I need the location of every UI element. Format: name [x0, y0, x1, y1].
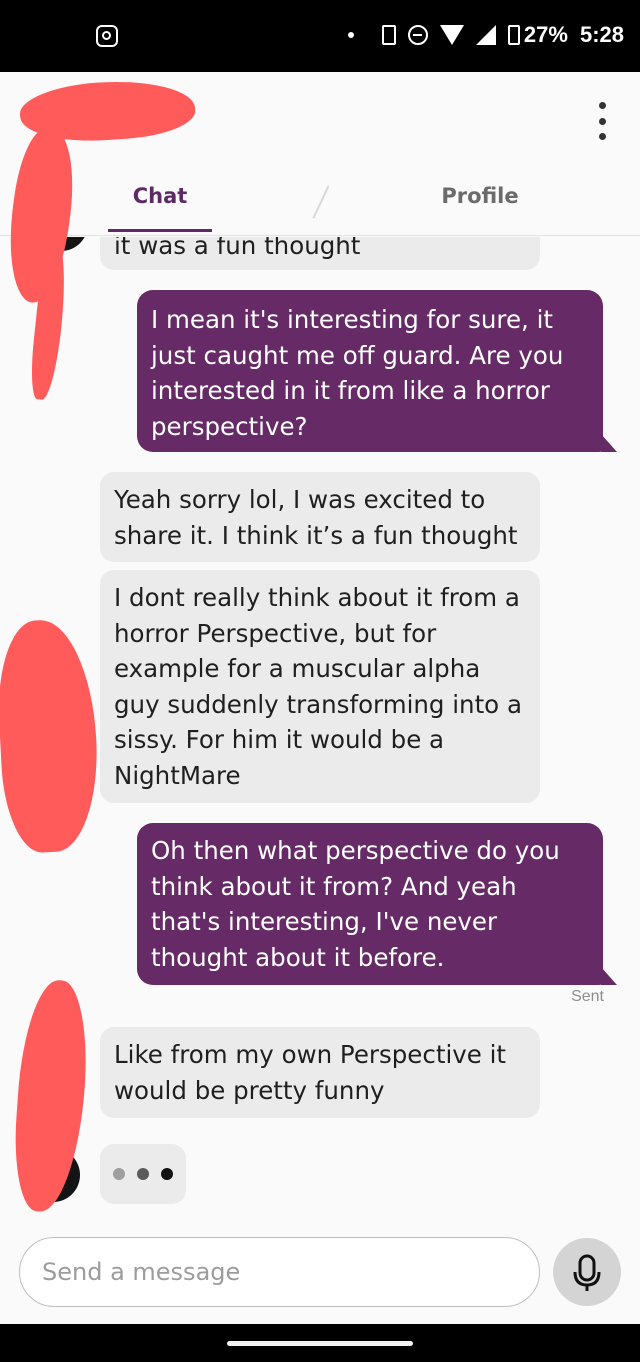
tab-divider — [312, 185, 330, 219]
message-list[interactable]: it was a fun thought I mean it's interes… — [0, 237, 640, 1222]
outgoing-message[interactable]: Oh then what perspective do you think ab… — [137, 823, 617, 985]
active-tab-indicator — [108, 229, 212, 232]
status-bar: 27% 5:28 — [0, 0, 640, 72]
sent-status: Sent — [571, 988, 604, 1005]
clock: 5:28 — [579, 22, 624, 47]
vibrate-icon — [381, 25, 396, 45]
incoming-message[interactable]: it was a fun thought — [100, 237, 540, 270]
tab-profile[interactable]: Profile — [420, 184, 540, 208]
battery-percent: 27% — [523, 22, 568, 47]
typing-indicator — [100, 1144, 186, 1204]
wifi-icon — [439, 25, 464, 45]
typing-dot — [113, 1168, 125, 1180]
do-not-disturb-icon — [407, 25, 428, 45]
signal-icon — [475, 25, 496, 45]
system-nav-bar — [0, 1324, 640, 1362]
incoming-message[interactable]: I dont really think about it from a horr… — [100, 570, 540, 803]
battery-group: 27% — [507, 22, 568, 48]
instagram-notification-icon — [96, 25, 118, 47]
incoming-message[interactable]: Like from my own Perspective it would be… — [100, 1027, 540, 1118]
microphone-icon — [573, 1254, 601, 1291]
home-gesture-handle[interactable] — [227, 1341, 413, 1346]
battery-icon — [507, 25, 520, 45]
typing-dot — [137, 1168, 149, 1180]
status-icons: 27% 5:28 — [347, 22, 624, 48]
mic-button[interactable] — [553, 1238, 621, 1306]
message-input[interactable] — [19, 1237, 540, 1307]
notification-dot-icon — [347, 32, 354, 38]
typing-dot — [161, 1168, 173, 1180]
composer-bar — [0, 1222, 640, 1324]
more-vertical-icon[interactable] — [596, 102, 608, 140]
incoming-message[interactable]: Yeah sorry lol, I was excited to share i… — [100, 472, 540, 562]
outgoing-message[interactable]: I mean it's interesting for sure, it jus… — [137, 290, 617, 452]
tab-chat[interactable]: Chat — [108, 184, 212, 208]
